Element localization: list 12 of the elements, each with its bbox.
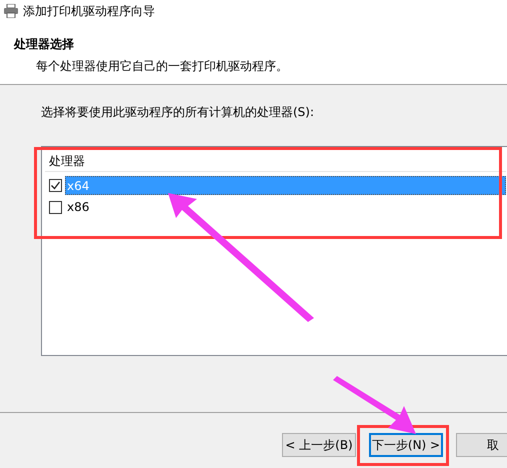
page-description: 每个处理器使用它自己的一套打印机驱动程序。 xyxy=(35,58,289,75)
prompt-label: 选择将要使用此驱动程序的所有计算机的处理器(S): xyxy=(40,104,316,121)
wizard-button[interactable]: < 上一步(B) xyxy=(282,433,356,457)
checkbox[interactable] xyxy=(49,200,62,214)
printer-icon xyxy=(3,4,19,18)
wizard-button[interactable]: 下一步(N) > xyxy=(369,433,443,457)
list-item[interactable]: x86 xyxy=(65,198,506,216)
window-title: 添加打印机驱动程序向导 xyxy=(23,3,155,20)
page-heading: 处理器选择 xyxy=(12,36,75,53)
checkbox[interactable] xyxy=(49,178,62,192)
column-header: 处理器 xyxy=(45,150,506,172)
wizard-button[interactable]: 取 xyxy=(456,433,507,457)
